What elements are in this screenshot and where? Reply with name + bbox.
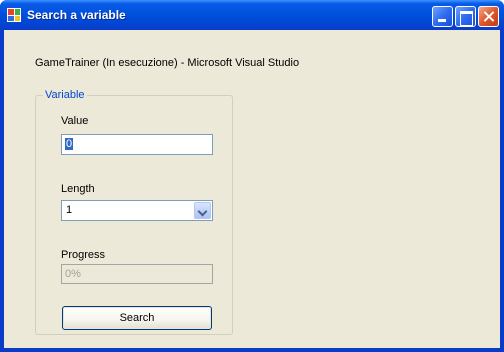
- progress-value: 0%: [65, 268, 81, 280]
- groupbox-legend: Variable: [43, 89, 87, 101]
- dialog-window: Search a variable GameTrainer (In esecuz…: [0, 0, 504, 352]
- dialog-client-area: GameTrainer (In esecuzione) - Microsoft …: [4, 30, 500, 348]
- chevron-down-icon[interactable]: [194, 202, 211, 219]
- minimize-button[interactable]: [432, 6, 453, 27]
- value-input-text: 0: [65, 138, 74, 150]
- length-label: Length: [61, 183, 95, 195]
- app-icon[interactable]: [7, 8, 21, 22]
- search-button[interactable]: Search: [62, 306, 212, 330]
- title-bar[interactable]: Search a variable: [0, 0, 504, 30]
- value-label: Value: [61, 115, 89, 127]
- length-select[interactable]: 1: [61, 200, 213, 221]
- window-title: Search a variable: [27, 8, 126, 22]
- close-button[interactable]: [478, 6, 499, 27]
- maximize-button[interactable]: [455, 6, 476, 27]
- length-selected-value: 1: [66, 204, 73, 216]
- variable-groupbox: Variable Value 0 Length 1 Progress 0% Se…: [35, 89, 233, 335]
- progress-field: 0%: [61, 264, 213, 284]
- progress-label: Progress: [61, 249, 106, 261]
- value-input[interactable]: 0: [61, 134, 213, 155]
- process-caption: GameTrainer (In esecuzione) - Microsoft …: [35, 57, 300, 69]
